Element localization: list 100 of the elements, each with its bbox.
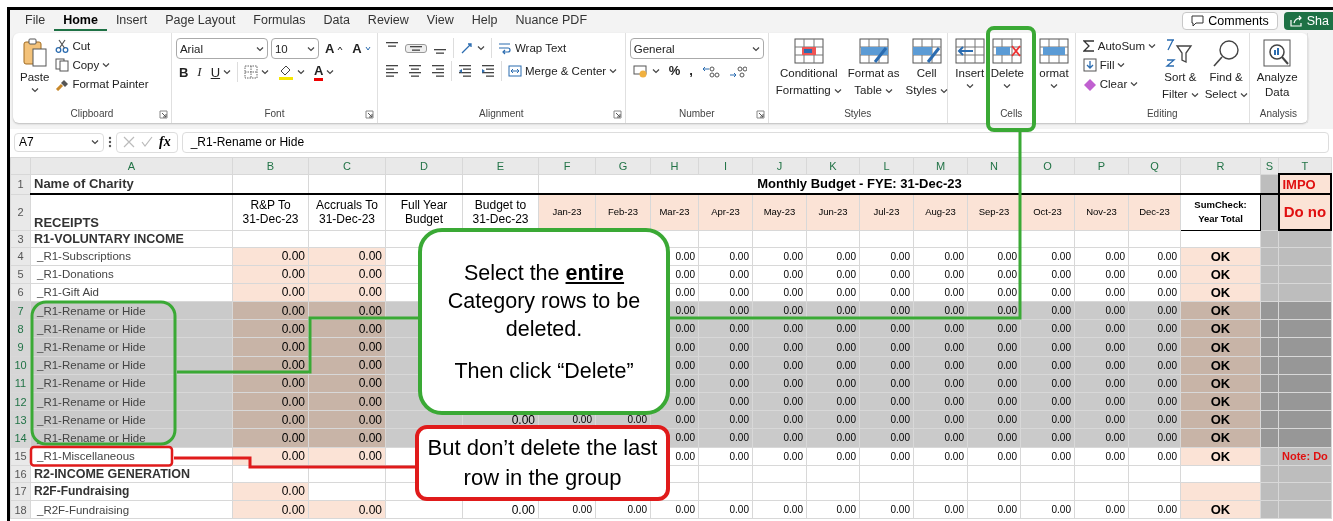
styles-button[interactable]: Cell Styles <box>902 38 951 107</box>
cells-button[interactable]: Delete <box>987 38 1027 107</box>
ribbon-tab[interactable]: View <box>417 10 463 31</box>
percent-button[interactable]: % <box>665 62 684 79</box>
table-cell: 0.00 <box>806 265 860 284</box>
chevron-icon <box>939 87 948 94</box>
number-format-field[interactable]: General <box>629 38 764 59</box>
wrap-text-button[interactable]: Wrap Text <box>494 40 570 56</box>
font-name-field[interactable]: Arial <box>175 38 268 59</box>
table-cell: 0.00 <box>1020 247 1075 266</box>
styles-button[interactable]: Format as Table <box>844 38 903 107</box>
share-icon <box>1289 14 1303 27</box>
cells-button[interactable]: ormat <box>1036 38 1072 107</box>
chevron-icon <box>297 69 306 75</box>
analyze-data-button[interactable]: Analyze Data <box>1253 38 1301 107</box>
comments-button[interactable]: Comments <box>1182 11 1278 30</box>
table-cell: 0.00 <box>1128 500 1181 519</box>
cut-button[interactable]: Cut <box>52 38 152 54</box>
analyze-icon <box>1262 38 1293 68</box>
table-cell: R2-INCOME GENERATION <box>30 465 233 483</box>
column-header[interactable]: M <box>913 157 968 174</box>
autosum-button[interactable]: AutoSum <box>1079 38 1160 54</box>
table-cell: 0.00 <box>1074 247 1129 266</box>
clear-button[interactable]: Clear <box>1079 76 1160 92</box>
column-header[interactable]: E <box>462 157 539 174</box>
column-header[interactable]: K <box>806 157 860 174</box>
middle-align-button[interactable] <box>404 43 427 53</box>
shrink-font-button[interactable]: A <box>349 40 374 57</box>
underline-button[interactable]: U <box>207 63 235 81</box>
column-header[interactable]: C <box>308 157 386 174</box>
fill-button[interactable]: Fill <box>1079 57 1160 73</box>
cells-button[interactable]: Insert <box>951 38 988 107</box>
insert-function-button[interactable]: fx <box>159 134 171 150</box>
column-header[interactable]: N <box>967 157 1021 174</box>
row-header[interactable]: 1 <box>10 174 31 194</box>
table-cell: 0.00 <box>752 283 807 302</box>
ribbon-tab[interactable]: Page Layout <box>156 10 245 31</box>
editing-button[interactable]: Find & Select <box>1201 38 1251 107</box>
brush-icon <box>55 77 70 91</box>
table-brush-icon <box>858 38 889 64</box>
ribbon-tab[interactable]: Review <box>358 10 418 31</box>
row-header[interactable]: 2 <box>10 194 31 230</box>
column-header[interactable]: O <box>1020 157 1075 174</box>
table-cell: 0.00 <box>1074 500 1129 519</box>
column-header[interactable]: F <box>538 157 596 174</box>
formula-field[interactable]: _R1-Rename or Hide <box>181 131 1329 153</box>
table-cell: 0.00 <box>1074 265 1129 284</box>
table-cell: RECEIPTS <box>30 194 233 230</box>
comma-button[interactable]: , <box>686 62 696 79</box>
column-header[interactable]: A <box>30 157 233 174</box>
table-cell: 0.00 <box>1020 283 1075 302</box>
column-header[interactable]: G <box>595 157 651 174</box>
dialog-launcher-icon[interactable] <box>158 110 168 119</box>
column-header[interactable]: I <box>698 157 753 174</box>
dialog-launcher-icon[interactable] <box>612 110 622 119</box>
bold-button[interactable]: B <box>175 63 192 81</box>
table-cell: May-23 <box>752 194 807 230</box>
copy-button[interactable]: Copy <box>52 57 152 73</box>
column-header[interactable]: R <box>1180 157 1261 174</box>
ribbon-tab[interactable]: File <box>16 10 55 31</box>
ribbon-tab[interactable]: Data <box>314 10 359 31</box>
table-cell: Dec-23 <box>1128 194 1181 230</box>
ribbon-tab[interactable]: Insert <box>106 10 157 31</box>
merge-center-button[interactable]: Merge & Center <box>504 63 621 79</box>
dialog-launcher-icon[interactable] <box>755 110 765 119</box>
font-name-value: Arial <box>179 42 203 55</box>
column-header[interactable]: H <box>650 157 699 174</box>
fill-down-icon <box>1082 58 1097 72</box>
chevron-icon <box>1190 91 1199 98</box>
column-header[interactable]: D <box>385 157 463 174</box>
table-cell: IMPO <box>1278 174 1332 194</box>
column-header[interactable]: P <box>1074 157 1129 174</box>
ribbon-tab[interactable]: Help <box>462 10 507 31</box>
delete-cells-icon <box>992 38 1023 64</box>
dialog-launcher-icon[interactable] <box>364 110 374 119</box>
styles-button[interactable]: Conditional Formatting <box>772 38 845 107</box>
paste-button[interactable]: Paste <box>17 38 53 107</box>
name-box[interactable]: A7 <box>14 132 104 152</box>
ribbon-tab[interactable]: Formulas <box>244 10 315 31</box>
ribbon-tab[interactable]: Nuance PDF <box>506 10 596 31</box>
column-header[interactable]: Q <box>1128 157 1181 174</box>
insert-cells-icon <box>954 38 985 64</box>
column-header[interactable]: L <box>859 157 914 174</box>
table-cell: _R2F-Fundraising <box>30 500 233 519</box>
table-cell: 0.00 <box>698 265 753 284</box>
format-painter-button[interactable]: Format Painter <box>52 76 152 92</box>
chevron-icon <box>1130 81 1139 87</box>
chevron-icon <box>609 68 618 74</box>
font-color-button[interactable]: A <box>311 62 338 82</box>
column-header[interactable]: B <box>232 157 309 174</box>
italic-button[interactable]: I <box>194 63 205 81</box>
font-size-field[interactable]: 10 <box>270 38 319 59</box>
editing-button[interactable]: Sort & Filter <box>1159 38 1202 107</box>
column-header[interactable]: J <box>752 157 807 174</box>
chevron-icon <box>476 45 485 51</box>
grow-font-button[interactable]: A <box>321 40 347 57</box>
ribbon-tab[interactable]: Home <box>54 10 107 31</box>
table-cell: 0.00 <box>859 265 914 284</box>
share-button[interactable]: Sha <box>1283 11 1333 30</box>
table-cell: Apr-23 <box>698 194 753 230</box>
